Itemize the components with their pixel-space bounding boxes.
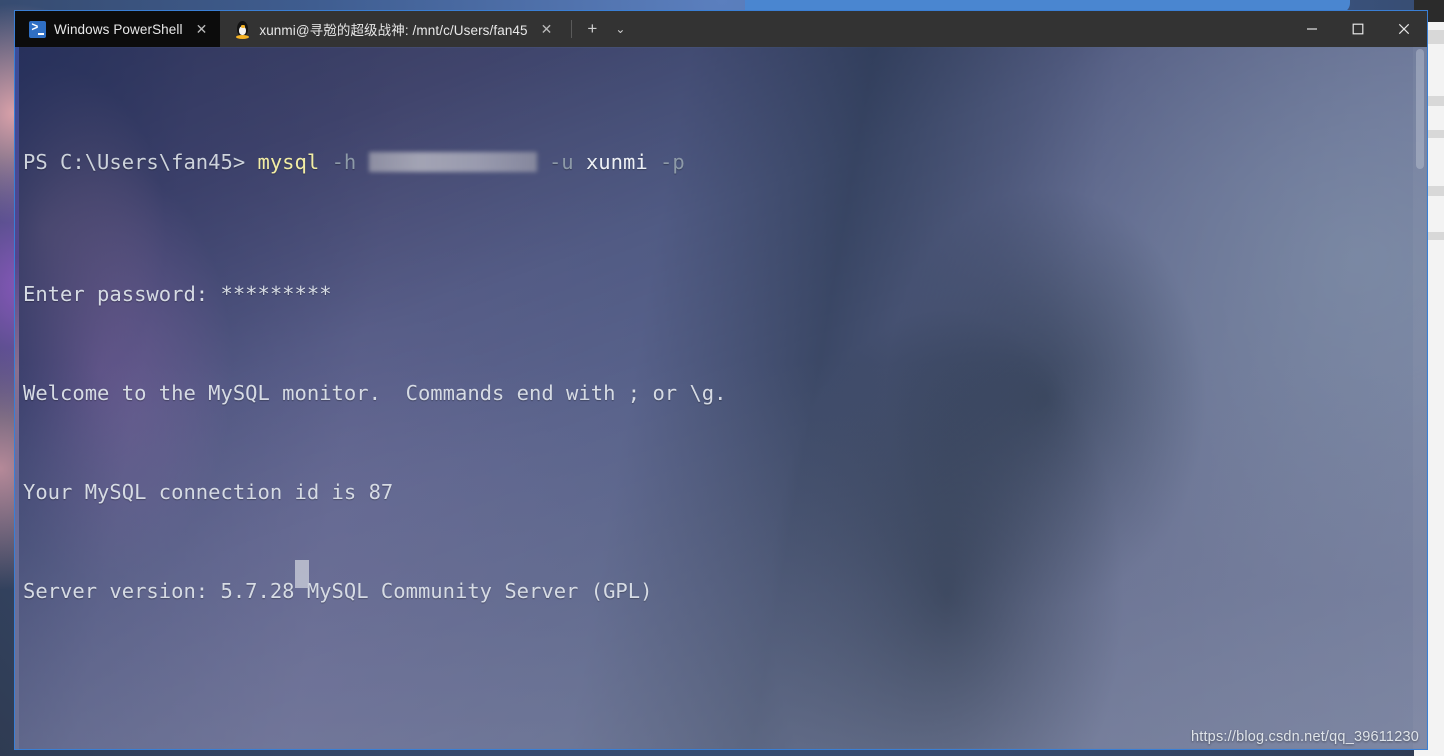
tab-divider — [571, 20, 573, 38]
ps-prompt-prefix: PS C:\Users\fan45> — [23, 150, 258, 174]
mysql-user: xunmi — [585, 150, 648, 174]
close-button[interactable] — [1381, 11, 1427, 47]
close-icon[interactable]: ✕ — [191, 22, 213, 36]
flag-h: -h — [331, 150, 357, 174]
maximize-button[interactable] — [1335, 11, 1381, 47]
chevron-down-icon[interactable]: ⌄ — [606, 11, 634, 47]
window-controls — [1289, 11, 1427, 47]
terminal-left-edge-glow — [15, 47, 19, 749]
titlebar-drag-area[interactable] — [634, 11, 1289, 47]
terminal-output: PS C:\Users\fan45> mysql -h -u xunmi -p … — [23, 47, 1409, 749]
flag-u: -u — [548, 150, 574, 174]
scrollbar-thumb[interactable] — [1416, 49, 1424, 169]
terminal-line-server-version: Server version: 5.7.28 MySQL Community S… — [23, 579, 653, 603]
tab-label: xunmi@寻兝的超级战神: /mnt/c/Users/fan45 — [259, 23, 528, 38]
close-icon[interactable]: ✕ — [536, 22, 558, 36]
terminal-body[interactable]: PS C:\Users\fan45> mysql -h -u xunmi -p … — [15, 47, 1427, 749]
flag-p: -p — [660, 150, 685, 174]
powershell-icon — [29, 20, 46, 38]
tab-wsl-xunmi[interactable]: xunmi@寻兝的超级战神: /mnt/c/Users/fan45 ✕ — [220, 11, 565, 47]
terminal-line-command: PS C:\Users\fan45> mysql -h -u xunmi -p — [23, 146, 1409, 179]
tab-windows-powershell[interactable]: Windows PowerShell ✕ — [15, 11, 221, 47]
mysql-command: mysql — [257, 150, 320, 174]
windows-terminal-window: Windows PowerShell ✕ xunmi@寻兝的超级战神: /mnt… — [14, 10, 1428, 750]
linux-penguin-icon — [234, 20, 251, 39]
mouse-text-cursor — [295, 560, 309, 588]
minimize-button[interactable] — [1289, 11, 1335, 47]
tab-label: Windows PowerShell — [54, 21, 183, 37]
terminal-line-connection-id: Your MySQL connection id is 87 — [23, 480, 394, 504]
csdn-watermark: https://blog.csdn.net/qq_39611230 — [1190, 729, 1419, 745]
titlebar[interactable]: Windows PowerShell ✕ xunmi@寻兝的超级战神: /mnt… — [15, 11, 1427, 47]
terminal-line-password: Enter password: ********* — [23, 282, 332, 306]
terminal-scrollbar[interactable] — [1413, 47, 1427, 749]
redacted-host-value — [368, 152, 537, 172]
new-tab-button[interactable]: + — [578, 11, 606, 47]
tab-strip: Windows PowerShell ✕ xunmi@寻兝的超级战神: /mnt… — [15, 11, 634, 47]
terminal-line-welcome: Welcome to the MySQL monitor. Commands e… — [23, 381, 727, 405]
screen: Windows PowerShell ✕ xunmi@寻兝的超级战神: /mnt… — [0, 0, 1444, 756]
